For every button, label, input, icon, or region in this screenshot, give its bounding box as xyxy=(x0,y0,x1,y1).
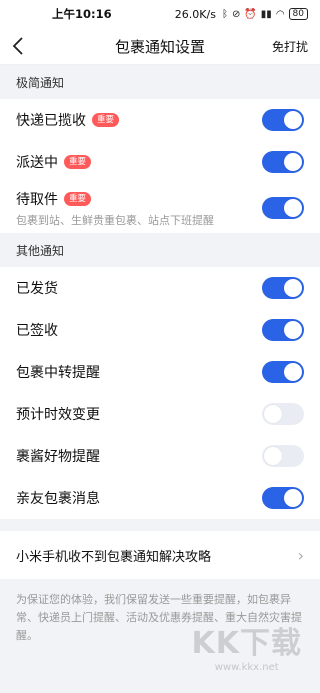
toggle-knob xyxy=(284,489,302,507)
toggle-delivering[interactable] xyxy=(262,151,304,173)
watermark-logo: KK下载 xyxy=(191,626,302,661)
setting-row: 预计时效变更 xyxy=(0,393,320,435)
back-button[interactable] xyxy=(0,28,36,64)
status-bar: 上午10:16 26.0K/s ᛒ ⊘ ⏰ ▮▮ ◠ 80 xyxy=(0,0,320,28)
toggle-knob xyxy=(284,153,302,171)
section-header-other: 其他通知 xyxy=(0,233,320,267)
toggle-eta-change[interactable] xyxy=(262,403,304,425)
toggle-shipped[interactable] xyxy=(262,277,304,299)
status-icons: ᛒ ⊘ ⏰ ▮▮ ◠ 80 xyxy=(222,8,308,20)
battery-icon: 80 xyxy=(288,8,308,20)
mute-icon: ⊘ xyxy=(231,8,241,20)
toggle-knob xyxy=(284,363,302,381)
toggle-family[interactable] xyxy=(262,487,304,509)
watermark-url: www.kkx.net xyxy=(214,662,279,673)
toggle-knob xyxy=(264,447,282,465)
status-time: 上午10:16 xyxy=(52,7,112,21)
setting-label: 快递已揽收 xyxy=(16,113,86,129)
setting-label: 亲友包裹消息 xyxy=(16,491,100,507)
setting-row: 待取件 重要 包裹到站、生鲜贵重包裹、站点下班提醒 xyxy=(0,183,320,233)
setting-label: 派送中 xyxy=(16,155,58,171)
bluetooth-icon: ᛒ xyxy=(221,8,228,20)
setting-text: 快递已揽收 重要 xyxy=(16,110,262,130)
toggle-pickup[interactable] xyxy=(262,197,304,219)
chevron-left-icon xyxy=(12,37,23,55)
toggle-goods[interactable] xyxy=(262,445,304,467)
section-header-minimal: 极简通知 xyxy=(0,65,320,99)
setting-label: 包裹中转提醒 xyxy=(16,365,100,381)
important-badge: 重要 xyxy=(92,113,120,127)
help-link[interactable]: 小米手机收不到包裹通知解决攻略 › xyxy=(0,531,320,579)
setting-label: 已签收 xyxy=(16,323,58,339)
setting-description: 包裹到站、生鲜贵重包裹、站点下班提醒 xyxy=(16,213,214,227)
setting-row: 亲友包裹消息 xyxy=(0,477,320,519)
setting-row: 包裹中转提醒 xyxy=(0,351,320,393)
setting-label: 预计时效变更 xyxy=(16,407,100,423)
alarm-icon: ⏰ xyxy=(244,8,257,20)
chevron-right-icon: › xyxy=(297,545,304,565)
status-right: 26.0K/s ᛒ ⊘ ⏰ ▮▮ ◠ 80 xyxy=(175,8,308,21)
setting-row: 已签收 xyxy=(0,309,320,351)
toggle-knob xyxy=(284,111,302,129)
setting-label: 待取件 xyxy=(16,191,58,208)
wifi-icon: ◠ xyxy=(275,8,285,20)
setting-text: 派送中 重要 xyxy=(16,152,262,172)
setting-label: 裹酱好物提醒 xyxy=(16,449,100,465)
toggle-signed[interactable] xyxy=(262,319,304,341)
dnd-button[interactable]: 免打扰 xyxy=(272,38,308,55)
setting-label: 已发货 xyxy=(16,281,58,297)
setting-text: 待取件 重要 包裹到站、生鲜贵重包裹、站点下班提醒 xyxy=(16,189,262,228)
network-speed: 26.0K/s xyxy=(174,7,216,21)
important-badge: 重要 xyxy=(64,155,92,169)
section-other: 已发货 已签收 包裹中转提醒 预计时效变更 裹酱好物提醒 亲友包裹消息 xyxy=(0,267,320,519)
toggle-knob xyxy=(284,321,302,339)
toggle-knob xyxy=(284,279,302,297)
help-label: 小米手机收不到包裹通知解决攻略 xyxy=(16,549,212,565)
watermark: KK下载 www.kkx.net xyxy=(192,618,303,673)
setting-row: 已发货 xyxy=(0,267,320,309)
spacer xyxy=(0,519,320,531)
section-minimal: 快递已揽收 重要 派送中 重要 待取件 重要 包裹到站、生鲜贵重包裹、站点下班提… xyxy=(0,99,320,233)
setting-row: 裹酱好物提醒 xyxy=(0,435,320,477)
toggle-knob xyxy=(264,405,282,423)
setting-row: 快递已揽收 重要 xyxy=(0,99,320,141)
setting-row: 派送中 重要 xyxy=(0,141,320,183)
header: 包裹通知设置 免打扰 xyxy=(0,28,320,65)
important-badge: 重要 xyxy=(64,191,92,206)
signal-icon: ▮▮ xyxy=(260,8,272,20)
toggle-transit[interactable] xyxy=(262,361,304,383)
toggle-collected[interactable] xyxy=(262,109,304,131)
toggle-knob xyxy=(284,199,302,217)
